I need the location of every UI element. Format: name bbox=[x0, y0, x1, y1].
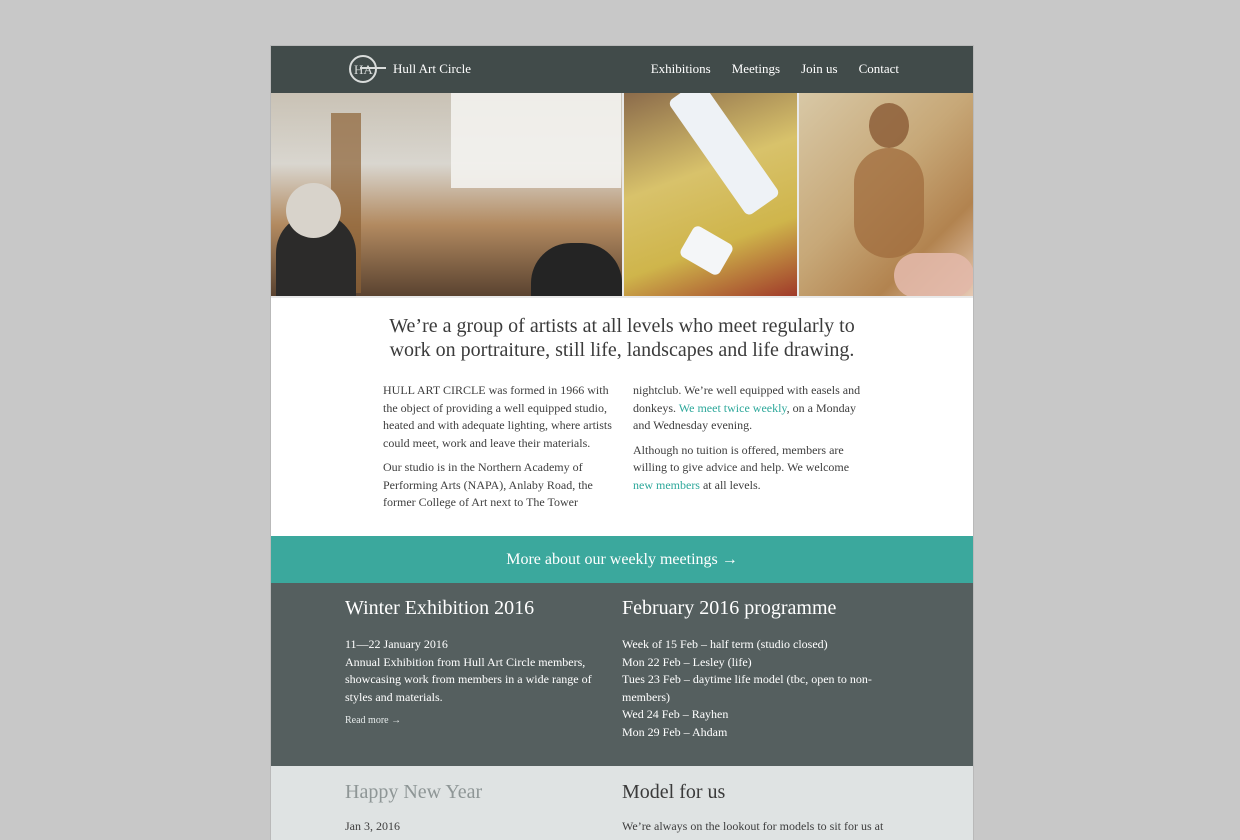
hero-photos bbox=[271, 93, 973, 298]
model-text: We’re always on the lookout for models t… bbox=[622, 819, 884, 833]
exhibition-title[interactable]: Winter Exhibition 2016 bbox=[345, 597, 534, 620]
news-section: Happy New Year Jan 3, 2016 Model for us … bbox=[271, 766, 973, 840]
intro-column-left: HULL ART CIRCLE was formed in 1966 with … bbox=[383, 382, 613, 519]
new-members-link[interactable]: new members bbox=[633, 478, 700, 492]
studio-easel-photo bbox=[271, 93, 622, 296]
news-date: Jan 3, 2016 bbox=[345, 819, 400, 833]
exhibition-description: Annual Exhibition from Hull Art Circle m… bbox=[345, 654, 592, 704]
site-header: HA Hull Art Circle Exhibitions Meetings … bbox=[271, 46, 973, 93]
programme-item: Mon 29 Feb – Ahdam bbox=[622, 724, 728, 739]
exhibition-body: 11—22 January 2016 Annual Exhibition fro… bbox=[345, 636, 595, 706]
events-section: Winter Exhibition 2016 11—22 January 201… bbox=[271, 583, 973, 766]
intro-paragraph-3: nightclub. We’re well equipped with ease… bbox=[633, 382, 863, 435]
nav-exhibitions[interactable]: Exhibitions bbox=[651, 61, 711, 77]
page: HA Hull Art Circle Exhibitions Meetings … bbox=[271, 46, 973, 840]
model-title[interactable]: Model for us bbox=[622, 781, 725, 804]
exhibition-dates: 11—22 January 2016 bbox=[345, 637, 448, 651]
intro-text: HULL ART CIRCLE was formed in 1966 with … bbox=[383, 382, 863, 519]
programme-title[interactable]: February 2016 programme bbox=[622, 597, 892, 620]
hac-logo-icon[interactable]: HA bbox=[346, 54, 388, 84]
paint-tube-photo bbox=[624, 93, 797, 296]
meet-twice-weekly-link[interactable]: We meet twice weekly bbox=[679, 401, 787, 415]
programme-item: Tues 23 Feb – daytime life model (tbc, o… bbox=[622, 672, 872, 704]
intro-heading-line-1: We’re a group of artists at all levels w… bbox=[389, 315, 855, 337]
nav-contact[interactable]: Contact bbox=[859, 61, 899, 77]
intro-paragraph-4-end: at all levels. bbox=[699, 477, 761, 492]
intro-paragraph-1: HULL ART CIRCLE was formed in 1966 with … bbox=[383, 383, 612, 450]
main-nav: Exhibitions Meetings Join us Contact bbox=[651, 61, 899, 77]
nav-join-us[interactable]: Join us bbox=[801, 61, 837, 77]
figure-painting-photo bbox=[799, 93, 973, 296]
intro-paragraph-4: Although no tuition is offered, members … bbox=[633, 442, 863, 495]
read-more-link[interactable]: Read more → bbox=[345, 715, 401, 726]
news-title[interactable]: Happy New Year bbox=[345, 781, 482, 804]
programme-list: Week of 15 Feb – half term (studio close… bbox=[622, 636, 892, 742]
svg-text:HA: HA bbox=[354, 62, 373, 77]
intro-heading: We’re a group of artists at all levels w… bbox=[271, 314, 973, 362]
programme-item: Week of 15 Feb – half term (studio close… bbox=[622, 637, 828, 651]
nav-meetings[interactable]: Meetings bbox=[732, 61, 780, 77]
weekly-meetings-button[interactable]: More about our weekly meetings → bbox=[271, 536, 973, 583]
site-title[interactable]: Hull Art Circle bbox=[393, 61, 471, 77]
programme-item: Wed 24 Feb – Rayhen bbox=[622, 707, 729, 722]
programme-item: Mon 22 Feb – Lesley (life) bbox=[622, 654, 752, 669]
intro-heading-line-2: work on portraiture, still life, landsca… bbox=[389, 339, 855, 361]
intro-paragraph-2: Our studio is in the Northern Academy of… bbox=[383, 460, 593, 509]
intro-column-right: nightclub. We’re well equipped with ease… bbox=[633, 382, 863, 519]
intro-paragraph-4-start: Although no tuition is offered, members … bbox=[633, 442, 850, 475]
